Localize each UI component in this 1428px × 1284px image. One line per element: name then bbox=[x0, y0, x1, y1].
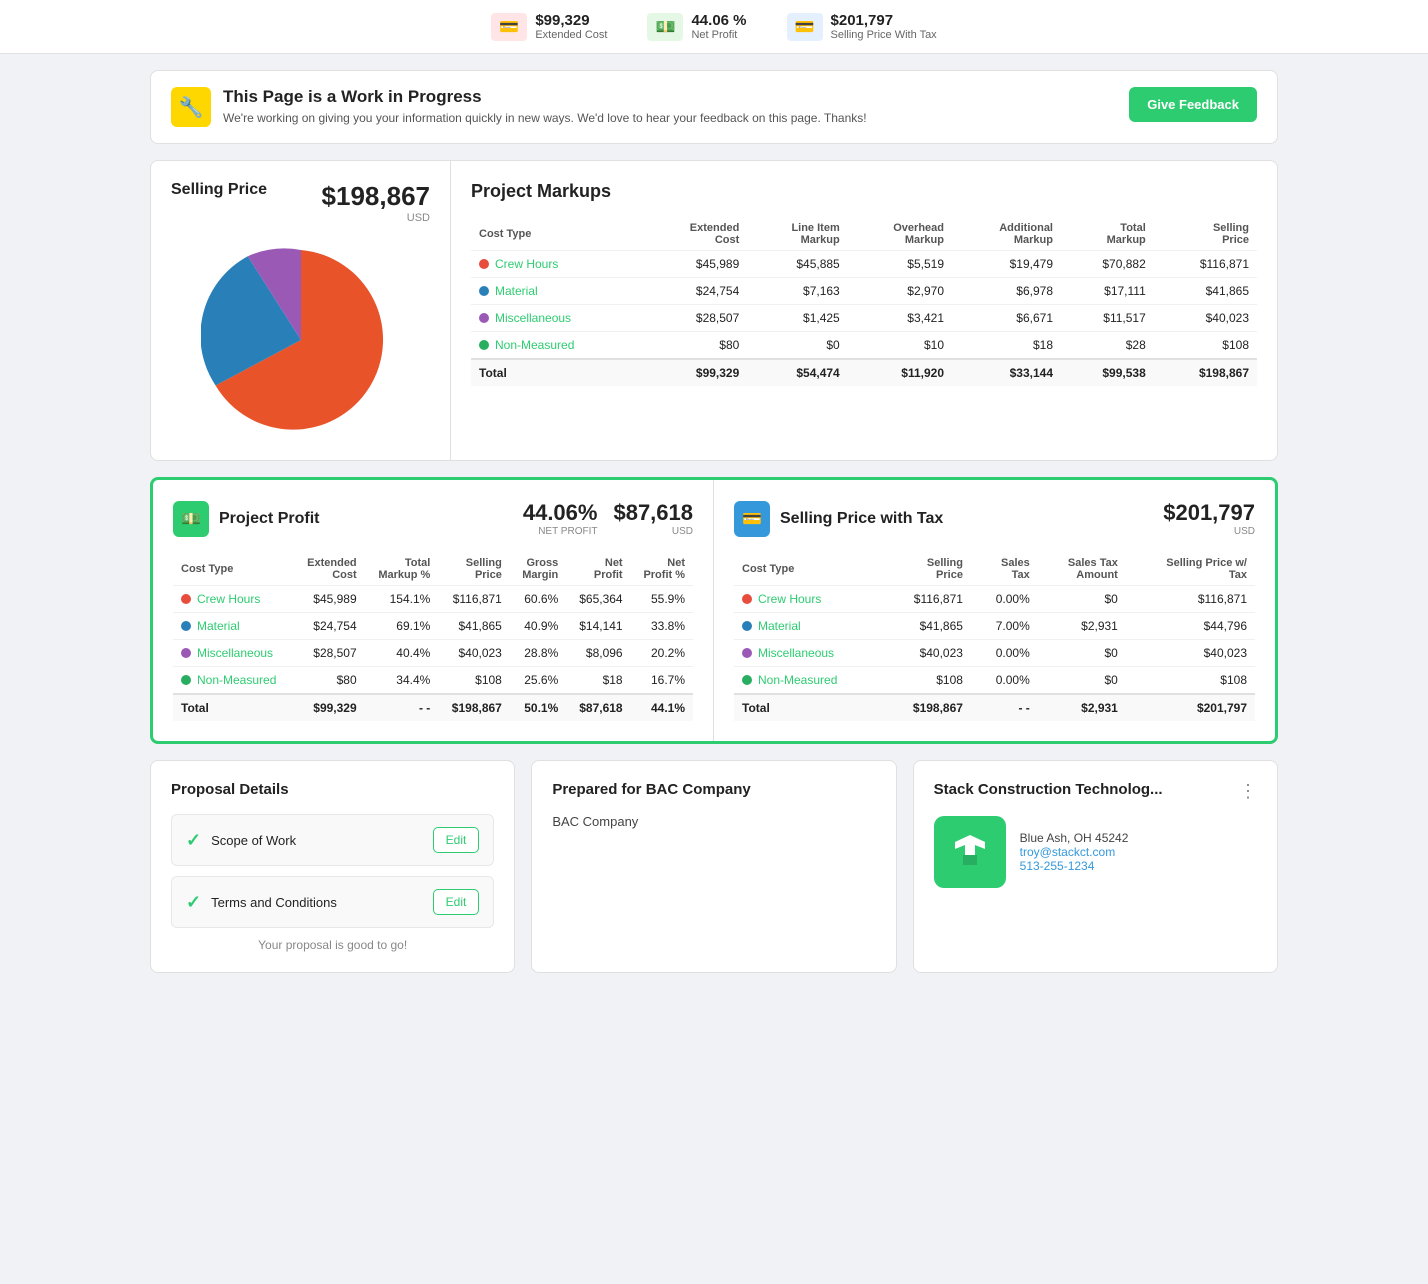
selling-price-tax-table: Cost Type SellingPrice SalesTax Sales Ta… bbox=[734, 553, 1255, 721]
table-row: Non-Measured $80 $0 $10 $18 $28 $108 bbox=[471, 332, 1257, 360]
selling-price-tax-icon: 💳 bbox=[787, 13, 823, 41]
selling-price-title: Selling Price bbox=[171, 181, 267, 199]
table-row: Non-Measured $80 34.4% $108 25.6% $18 16… bbox=[173, 667, 693, 695]
proposal-details-title: Proposal Details bbox=[171, 781, 494, 798]
pp-col-cost-type: Cost Type bbox=[173, 553, 294, 586]
extended-cost-icon: 💳 bbox=[491, 13, 527, 41]
prepared-for-company: BAC Company bbox=[552, 814, 875, 829]
wip-title: This Page is a Work in Progress bbox=[223, 87, 867, 107]
top-bar: 💳 $99,329 Extended Cost 💵 44.06 % Net Pr… bbox=[0, 0, 1428, 54]
contractor-title: Stack Construction Technolog... bbox=[934, 781, 1163, 798]
table-row: Crew Hours $45,989 $45,885 $5,519 $19,47… bbox=[471, 251, 1257, 278]
profit-amount: $87,618 bbox=[613, 500, 693, 526]
pp-col-gross-margin: GrossMargin bbox=[510, 553, 566, 586]
good-to-go-text: Your proposal is good to go! bbox=[171, 938, 494, 952]
tax-panel-icon: 💳 bbox=[734, 501, 770, 537]
net-profit-amount: 44.06 % bbox=[691, 12, 746, 29]
terms-conditions-label: Terms and Conditions bbox=[211, 895, 337, 910]
proposal-details-card: Proposal Details ✓ Scope of Work Edit ✓ … bbox=[150, 760, 515, 973]
tax-panel-title: Selling Price with Tax bbox=[780, 510, 943, 528]
stat-extended-cost: 💳 $99,329 Extended Cost bbox=[491, 12, 607, 41]
project-profit-panel: 💵 Project Profit 44.06% NET PROFIT $87,6… bbox=[153, 480, 714, 741]
selling-price-tax-amount: $201,797 bbox=[831, 12, 937, 29]
pm-col-additional: AdditionalMarkup bbox=[952, 218, 1061, 251]
project-markups-title: Project Markups bbox=[471, 181, 1257, 202]
pp-col-net-profit: NetProfit bbox=[566, 553, 630, 586]
spt-col-sales-tax: SalesTax bbox=[971, 553, 1038, 586]
top-section: Selling Price $198,867 USD bbox=[150, 160, 1278, 461]
contractor-email[interactable]: troy@stackct.com bbox=[1020, 845, 1129, 859]
scope-of-work-item: ✓ Scope of Work Edit bbox=[171, 814, 494, 866]
pp-col-total-markup-pct: TotalMarkup % bbox=[365, 553, 439, 586]
spt-col-tax-amount: Sales TaxAmount bbox=[1038, 553, 1126, 586]
net-profit-icon: 💵 bbox=[647, 13, 683, 41]
stat-net-profit: 💵 44.06 % Net Profit bbox=[647, 12, 746, 41]
table-row: Miscellaneous $40,023 0.00% $0 $40,023 bbox=[734, 640, 1255, 667]
project-profit-table: Cost Type ExtendedCost TotalMarkup % Sel… bbox=[173, 553, 693, 721]
table-row: Material $24,754 69.1% $41,865 40.9% $14… bbox=[173, 613, 693, 640]
pm-col-cost-type: Cost Type bbox=[471, 218, 645, 251]
bottom-section: Proposal Details ✓ Scope of Work Edit ✓ … bbox=[150, 760, 1278, 973]
pm-col-overhead: OverheadMarkup bbox=[848, 218, 952, 251]
table-row: Miscellaneous $28,507 40.4% $40,023 28.8… bbox=[173, 640, 693, 667]
terms-conditions-item: ✓ Terms and Conditions Edit bbox=[171, 876, 494, 928]
pie-chart bbox=[201, 240, 401, 440]
table-row-total: Total$99,329- -$198,86750.1%$87,61844.1% bbox=[173, 694, 693, 721]
spt-col-sp-with-tax: Selling Price w/Tax bbox=[1126, 553, 1255, 586]
terms-check-icon: ✓ bbox=[186, 892, 201, 913]
pp-col-ext-cost: ExtendedCost bbox=[294, 553, 365, 586]
profit-panel-title: Project Profit bbox=[219, 510, 319, 528]
table-row: Material $41,865 7.00% $2,931 $44,796 bbox=[734, 613, 1255, 640]
pm-col-selling-price: SellingPrice bbox=[1154, 218, 1257, 251]
contractor-logo bbox=[934, 816, 1006, 888]
selling-price-tax-panel: 💳 Selling Price with Tax $201,797 USD Co… bbox=[714, 480, 1275, 741]
profit-panel-icon: 💵 bbox=[173, 501, 209, 537]
table-row: Crew Hours $116,871 0.00% $0 $116,871 bbox=[734, 586, 1255, 613]
pp-col-selling-price: SellingPrice bbox=[438, 553, 510, 586]
stat-selling-price-tax: 💳 $201,797 Selling Price With Tax bbox=[787, 12, 937, 41]
contractor-card: Stack Construction Technolog... ⋮ Blue A… bbox=[913, 760, 1278, 973]
prepared-for-title: Prepared for BAC Company bbox=[552, 781, 875, 798]
spt-col-selling-price: SellingPrice bbox=[883, 553, 971, 586]
tax-panel-amount-label: USD bbox=[1163, 526, 1255, 537]
profit-amount-label: USD bbox=[613, 526, 693, 537]
pp-col-net-profit-pct: NetProfit % bbox=[631, 553, 693, 586]
selling-price-currency: USD bbox=[322, 212, 430, 224]
pm-col-line-markup: Line ItemMarkup bbox=[747, 218, 847, 251]
wip-icon: 🔧 bbox=[171, 87, 211, 127]
pm-col-total-markup: TotalMarkup bbox=[1061, 218, 1154, 251]
green-section: 💵 Project Profit 44.06% NET PROFIT $87,6… bbox=[150, 477, 1278, 744]
project-markups-panel: Project Markups Cost Type ExtendedCost L… bbox=[451, 161, 1277, 460]
scope-edit-button[interactable]: Edit bbox=[433, 827, 480, 853]
wip-banner: 🔧 This Page is a Work in Progress We're … bbox=[150, 70, 1278, 144]
contractor-phone[interactable]: 513-255-1234 bbox=[1020, 859, 1129, 873]
pm-col-ext-cost: ExtendedCost bbox=[645, 218, 747, 251]
table-row-total: Total$198,867- -$2,931$201,797 bbox=[734, 694, 1255, 721]
table-row: Non-Measured $108 0.00% $0 $108 bbox=[734, 667, 1255, 695]
project-markups-table: Cost Type ExtendedCost Line ItemMarkup O… bbox=[471, 218, 1257, 386]
extended-cost-amount: $99,329 bbox=[535, 12, 607, 29]
wip-subtitle: We're working on giving you your informa… bbox=[223, 111, 867, 125]
table-row: Material $24,754 $7,163 $2,970 $6,978 $1… bbox=[471, 278, 1257, 305]
terms-edit-button[interactable]: Edit bbox=[433, 889, 480, 915]
selling-price-amount: $198,867 bbox=[322, 181, 430, 212]
prepared-for-card: Prepared for BAC Company BAC Company bbox=[531, 760, 896, 973]
selling-price-tax-label: Selling Price With Tax bbox=[831, 29, 937, 41]
scope-check-icon: ✓ bbox=[186, 830, 201, 851]
tax-panel-amount: $201,797 bbox=[1163, 500, 1255, 526]
table-row: Crew Hours $45,989 154.1% $116,871 60.6%… bbox=[173, 586, 693, 613]
give-feedback-button[interactable]: Give Feedback bbox=[1129, 87, 1257, 122]
selling-price-panel: Selling Price $198,867 USD bbox=[151, 161, 451, 460]
scope-of-work-label: Scope of Work bbox=[211, 833, 296, 848]
extended-cost-label: Extended Cost bbox=[535, 29, 607, 41]
more-options-icon[interactable]: ⋮ bbox=[1239, 781, 1257, 802]
table-row: Miscellaneous $28,507 $1,425 $3,421 $6,6… bbox=[471, 305, 1257, 332]
contractor-city: Blue Ash, OH 45242 bbox=[1020, 831, 1129, 845]
spt-col-cost-type: Cost Type bbox=[734, 553, 883, 586]
table-row-total: Total$99,329$54,474$11,920$33,144$99,538… bbox=[471, 359, 1257, 386]
net-profit-label: Net Profit bbox=[691, 29, 746, 41]
profit-percent-label: NET PROFIT bbox=[523, 526, 598, 537]
profit-percent: 44.06% bbox=[523, 500, 598, 526]
